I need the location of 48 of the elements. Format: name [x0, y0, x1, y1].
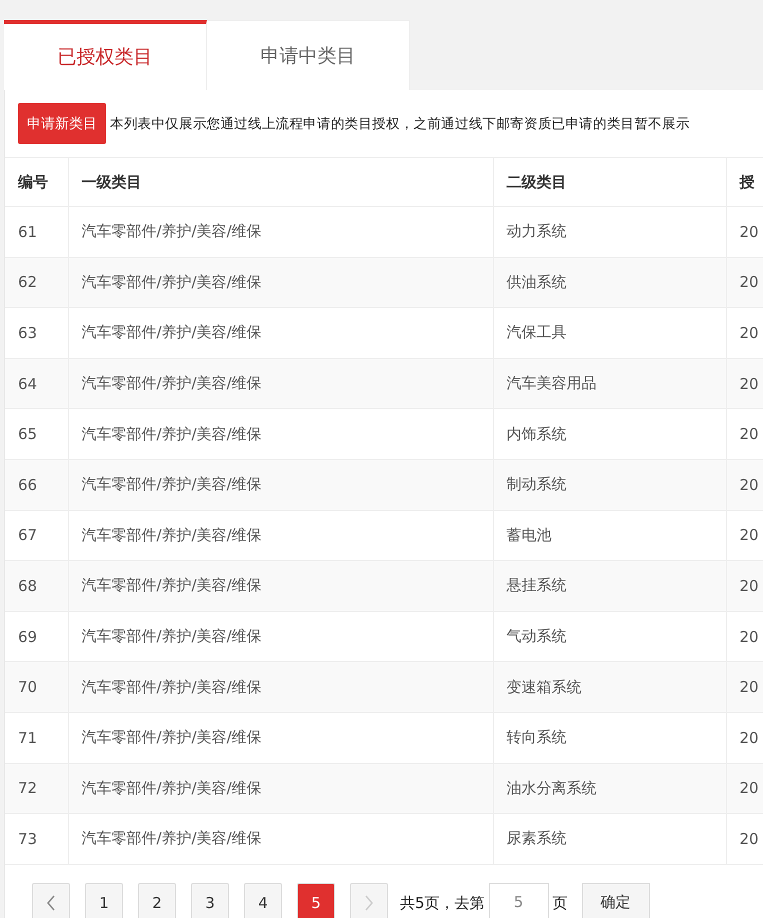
page-button[interactable]: 1: [85, 882, 123, 918]
table-cell: 20: [726, 712, 763, 764]
table-cell: 汽车零部件/养护/美容/维保: [68, 662, 493, 712]
table-cell: 内饰系统: [493, 408, 726, 460]
chevron-right-icon: [363, 894, 375, 912]
notice-text: 本列表中仅展示您通过线上流程申请的类目授权，之前通过线下邮寄资质已申请的类目暂不展示: [110, 114, 690, 132]
page-button[interactable]: 3: [191, 882, 229, 918]
table-cell: 20: [726, 814, 763, 864]
table-cell: 悬挂系统: [493, 560, 726, 612]
table-cell: 汽车零部件/养护/美容/维保: [68, 459, 493, 510]
table-cell: 20: [726, 560, 763, 612]
table-cell: 20: [726, 206, 763, 258]
table-cell: 73: [5, 814, 68, 864]
chevron-left-icon: [45, 894, 57, 912]
table-cell: 转向系统: [493, 712, 726, 764]
table-cell: 68: [5, 560, 68, 612]
tab[interactable]: 申请中类目: [207, 20, 410, 90]
page-input[interactable]: 5: [488, 882, 549, 918]
table-cell: 71: [5, 712, 68, 764]
table-cell: 20: [726, 459, 763, 510]
table-cell: 汽车零部件/养护/美容/维保: [68, 206, 493, 258]
previous-page-button[interactable]: [32, 882, 70, 918]
page-suffix-text: 页: [552, 892, 568, 914]
table-cell: 20: [726, 408, 763, 460]
page-button[interactable]: 4: [244, 882, 282, 918]
table-cell: 制动系统: [493, 459, 726, 510]
apply-new-category-button[interactable]: 申请新类目: [18, 103, 106, 144]
table-cell: 65: [5, 408, 68, 460]
page-button[interactable]: 2: [138, 882, 176, 918]
table-cell: 动力系统: [493, 206, 726, 258]
table-cell: 汽车零部件/养护/美容/维保: [68, 408, 493, 460]
table-cell: 汽保工具: [493, 308, 726, 358]
page-button[interactable]: 5: [297, 882, 335, 918]
total-pages-text: 共5页，去第: [400, 892, 485, 914]
confirm-button[interactable]: 确定: [582, 882, 650, 918]
table-cell: 汽车零部件/养护/美容/维保: [68, 308, 493, 358]
table-cell: 汽车零部件/养护/美容/维保: [68, 814, 493, 864]
table-cell: 汽车零部件/养护/美容/维保: [68, 712, 493, 764]
table-cell: 66: [5, 459, 68, 510]
table-cell: 63: [5, 308, 68, 358]
table-cell: 61: [5, 206, 68, 258]
table-cell: 变速箱系统: [493, 662, 726, 712]
table-cell: 20: [726, 662, 763, 712]
tab[interactable]: 已授权类目: [4, 20, 207, 90]
table-cell: 汽车零部件/养护/美容/维保: [68, 560, 493, 612]
table-cell: 尿素系统: [493, 814, 726, 864]
table-cell: 20: [726, 308, 763, 358]
table-cell: 70: [5, 662, 68, 712]
